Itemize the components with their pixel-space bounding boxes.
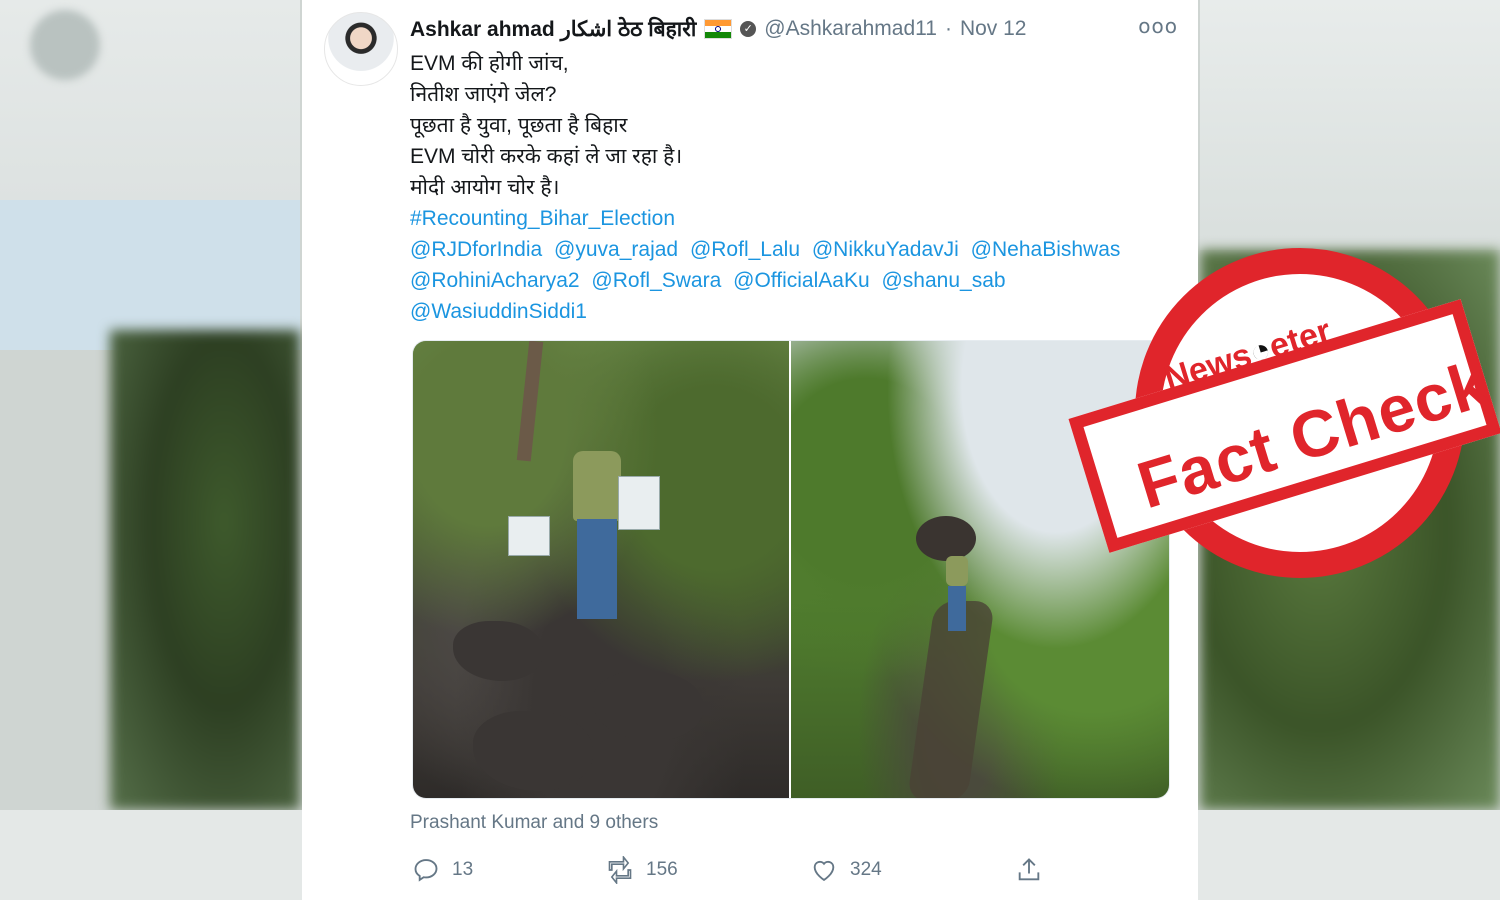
reply-icon <box>414 859 438 882</box>
avatar[interactable] <box>324 12 398 86</box>
mentions-row: @WasiuddinSiddi1 <box>410 296 1178 327</box>
blurred-right-top <box>1200 0 1500 250</box>
tweet-line: नितीश जाएंगे जेल? <box>410 83 557 106</box>
blurred-left-band <box>0 200 300 350</box>
mention-link[interactable]: @RohiniAcharya2 <box>410 269 580 292</box>
rock <box>593 671 703 741</box>
tweet-line: मोदी आयोग चोर है। <box>410 176 560 199</box>
mention-link[interactable]: @RJDforIndia <box>410 238 542 261</box>
display-name[interactable]: Ashkar ahmad اشکار ठेठ बिहारी <box>410 15 696 43</box>
tweet-card: Ashkar ahmad اشکار ठेठ बिहारी ✓ @Ashkara… <box>302 0 1198 900</box>
verified-icon: ✓ <box>740 21 757 37</box>
tweet-date[interactable]: Nov 12 <box>960 17 1027 41</box>
tweet-text: EVM की होगी जांच, नितीश जाएंगे जेल? पूछत… <box>410 48 1178 327</box>
reply-button[interactable]: 13 <box>412 856 473 884</box>
tweet-media[interactable] <box>412 340 1170 799</box>
evm-box <box>618 476 660 530</box>
reply-count: 13 <box>452 859 474 880</box>
rock <box>473 711 593 791</box>
mentions-row: @RohiniAcharya2 @Rofl_Swara @OfficialAaK… <box>410 265 1178 296</box>
mentions-row: @RJDforIndia @yuva_rajad @Rofl_Lalu @Nik… <box>410 234 1178 265</box>
share-button[interactable] <box>1015 856 1043 884</box>
india-flag-icon <box>704 19 733 39</box>
liked-by-text[interactable]: Prashant Kumar and 9 others <box>410 812 658 834</box>
retweet-button[interactable]: 156 <box>606 856 678 884</box>
photo-man-climbing-rocks[interactable] <box>413 341 789 798</box>
like-count: 324 <box>850 859 882 880</box>
mention-link[interactable]: @yuva_rajad <box>554 238 678 261</box>
person-on-trail <box>941 556 971 636</box>
blurred-left-image <box>110 330 300 810</box>
meta-separator: · <box>944 17 952 40</box>
mention-link[interactable]: @NikkuYadavJi <box>812 238 959 261</box>
tweet-actions: 13 156 324 <box>410 852 1178 888</box>
like-button[interactable]: 324 <box>810 856 882 884</box>
boulder <box>916 516 976 561</box>
blurred-avatar <box>30 10 100 80</box>
evm-box <box>508 516 550 556</box>
retweet-icon <box>608 856 632 884</box>
mention-link[interactable]: @WasiuddinSiddi1 <box>410 300 587 323</box>
tweet-line: EVM की होगी जांच, <box>410 52 569 75</box>
mention-link[interactable]: @Rofl_Swara <box>591 269 721 292</box>
fact-check-stamp: News◔eter Fact Check <box>1068 238 1500 618</box>
handle[interactable]: @Ashkarahmad11 <box>764 17 937 41</box>
tweet-line: पूछता है युवा, पूछता है बिहार <box>410 114 628 137</box>
rock <box>453 621 543 681</box>
tree-trunk <box>516 341 544 462</box>
retweet-count: 156 <box>646 859 678 880</box>
mention-link[interactable]: @Rofl_Lalu <box>690 238 800 261</box>
hashtag-link[interactable]: #Recounting_Bihar_Election <box>410 203 1178 234</box>
more-options-icon[interactable]: ooo <box>1138 14 1178 38</box>
share-icon <box>1018 858 1040 881</box>
mention-link[interactable]: @OfficialAaKu <box>733 269 870 292</box>
heart-icon <box>813 861 835 882</box>
tweet-header: Ashkar ahmad اشکار ठेठ बिहारी ✓ @Ashkara… <box>410 12 1178 46</box>
tweet-line: EVM चोरी करके कहां ले जा रहा है। <box>410 145 683 168</box>
mention-link[interactable]: @shanu_sab <box>881 269 1005 292</box>
